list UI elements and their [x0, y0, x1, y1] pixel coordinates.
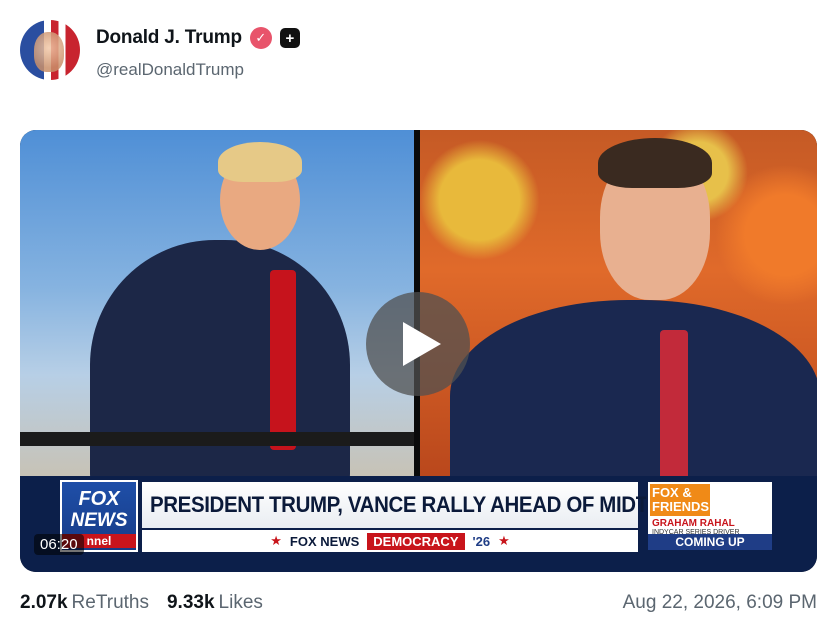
- chyron-headline: PRESIDENT TRUMP, VANCE RALLY AHEAD OF MI…: [142, 482, 706, 528]
- person-right-hair: [598, 138, 712, 188]
- person-right-suit: [450, 300, 817, 500]
- person-right-tie: [660, 330, 688, 480]
- author-handle[interactable]: @realDonaldTrump: [96, 60, 244, 80]
- retruths-count: 2.07k: [20, 592, 68, 613]
- plus-icon: +: [279, 28, 300, 48]
- author-name-row: Donald J. Trump ✓ +: [96, 27, 300, 49]
- ticker-year: '26: [472, 533, 491, 549]
- likes-label: Likes: [218, 592, 263, 613]
- person-left-suit: [90, 240, 350, 500]
- promo-show: FOX & FRIENDS: [650, 484, 710, 516]
- likes-stat[interactable]: 9.33k Likes: [167, 592, 263, 614]
- author-display-name[interactable]: Donald J. Trump: [96, 27, 242, 49]
- likes-count: 9.33k: [166, 592, 215, 613]
- video-timestamp: 06:20: [34, 534, 84, 555]
- microphone-bar: [20, 432, 420, 446]
- post-stats: 2.07k ReTruths 9.33k Likes: [20, 592, 263, 614]
- promo-guest: GRAHAM RAHAL: [652, 518, 735, 529]
- network-logo-bottom: NEWS: [70, 510, 128, 531]
- retruths-stat[interactable]: 2.07k ReTruths: [20, 592, 149, 614]
- ticker-brand: FOX NEWS: [289, 533, 360, 549]
- avatar[interactable]: [20, 20, 80, 80]
- verified-badge-icon: ✓: [249, 27, 272, 49]
- play-button[interactable]: [366, 292, 470, 396]
- promo-status: COMING UP: [648, 534, 772, 550]
- avatar-face: [34, 32, 64, 72]
- network-logo-top: FOX: [78, 488, 120, 510]
- person-left-hair: [218, 142, 302, 182]
- chyron-ticker: ★ FOX NEWS DEMOCRACY '26 ★: [142, 530, 638, 552]
- star-icon: ★: [498, 533, 510, 548]
- video-player[interactable]: FOX NEWS nnel PRESIDENT TRUMP, VANCE RAL…: [20, 130, 817, 572]
- play-icon: [403, 322, 441, 366]
- promo-box: FOX & FRIENDS GRAHAM RAHAL INDYCAR SERIE…: [646, 480, 774, 552]
- person-left-tie: [270, 270, 296, 450]
- retruths-label: ReTruths: [71, 592, 149, 613]
- chyron-headline-text: PRESIDENT TRUMP, VANCE RALLY AHEAD OF MI…: [150, 492, 706, 517]
- post-date[interactable]: Aug 22, 2026, 6:09 PM: [623, 592, 817, 614]
- star-icon: ★: [270, 533, 282, 548]
- ticker-segment: DEMOCRACY: [367, 532, 465, 550]
